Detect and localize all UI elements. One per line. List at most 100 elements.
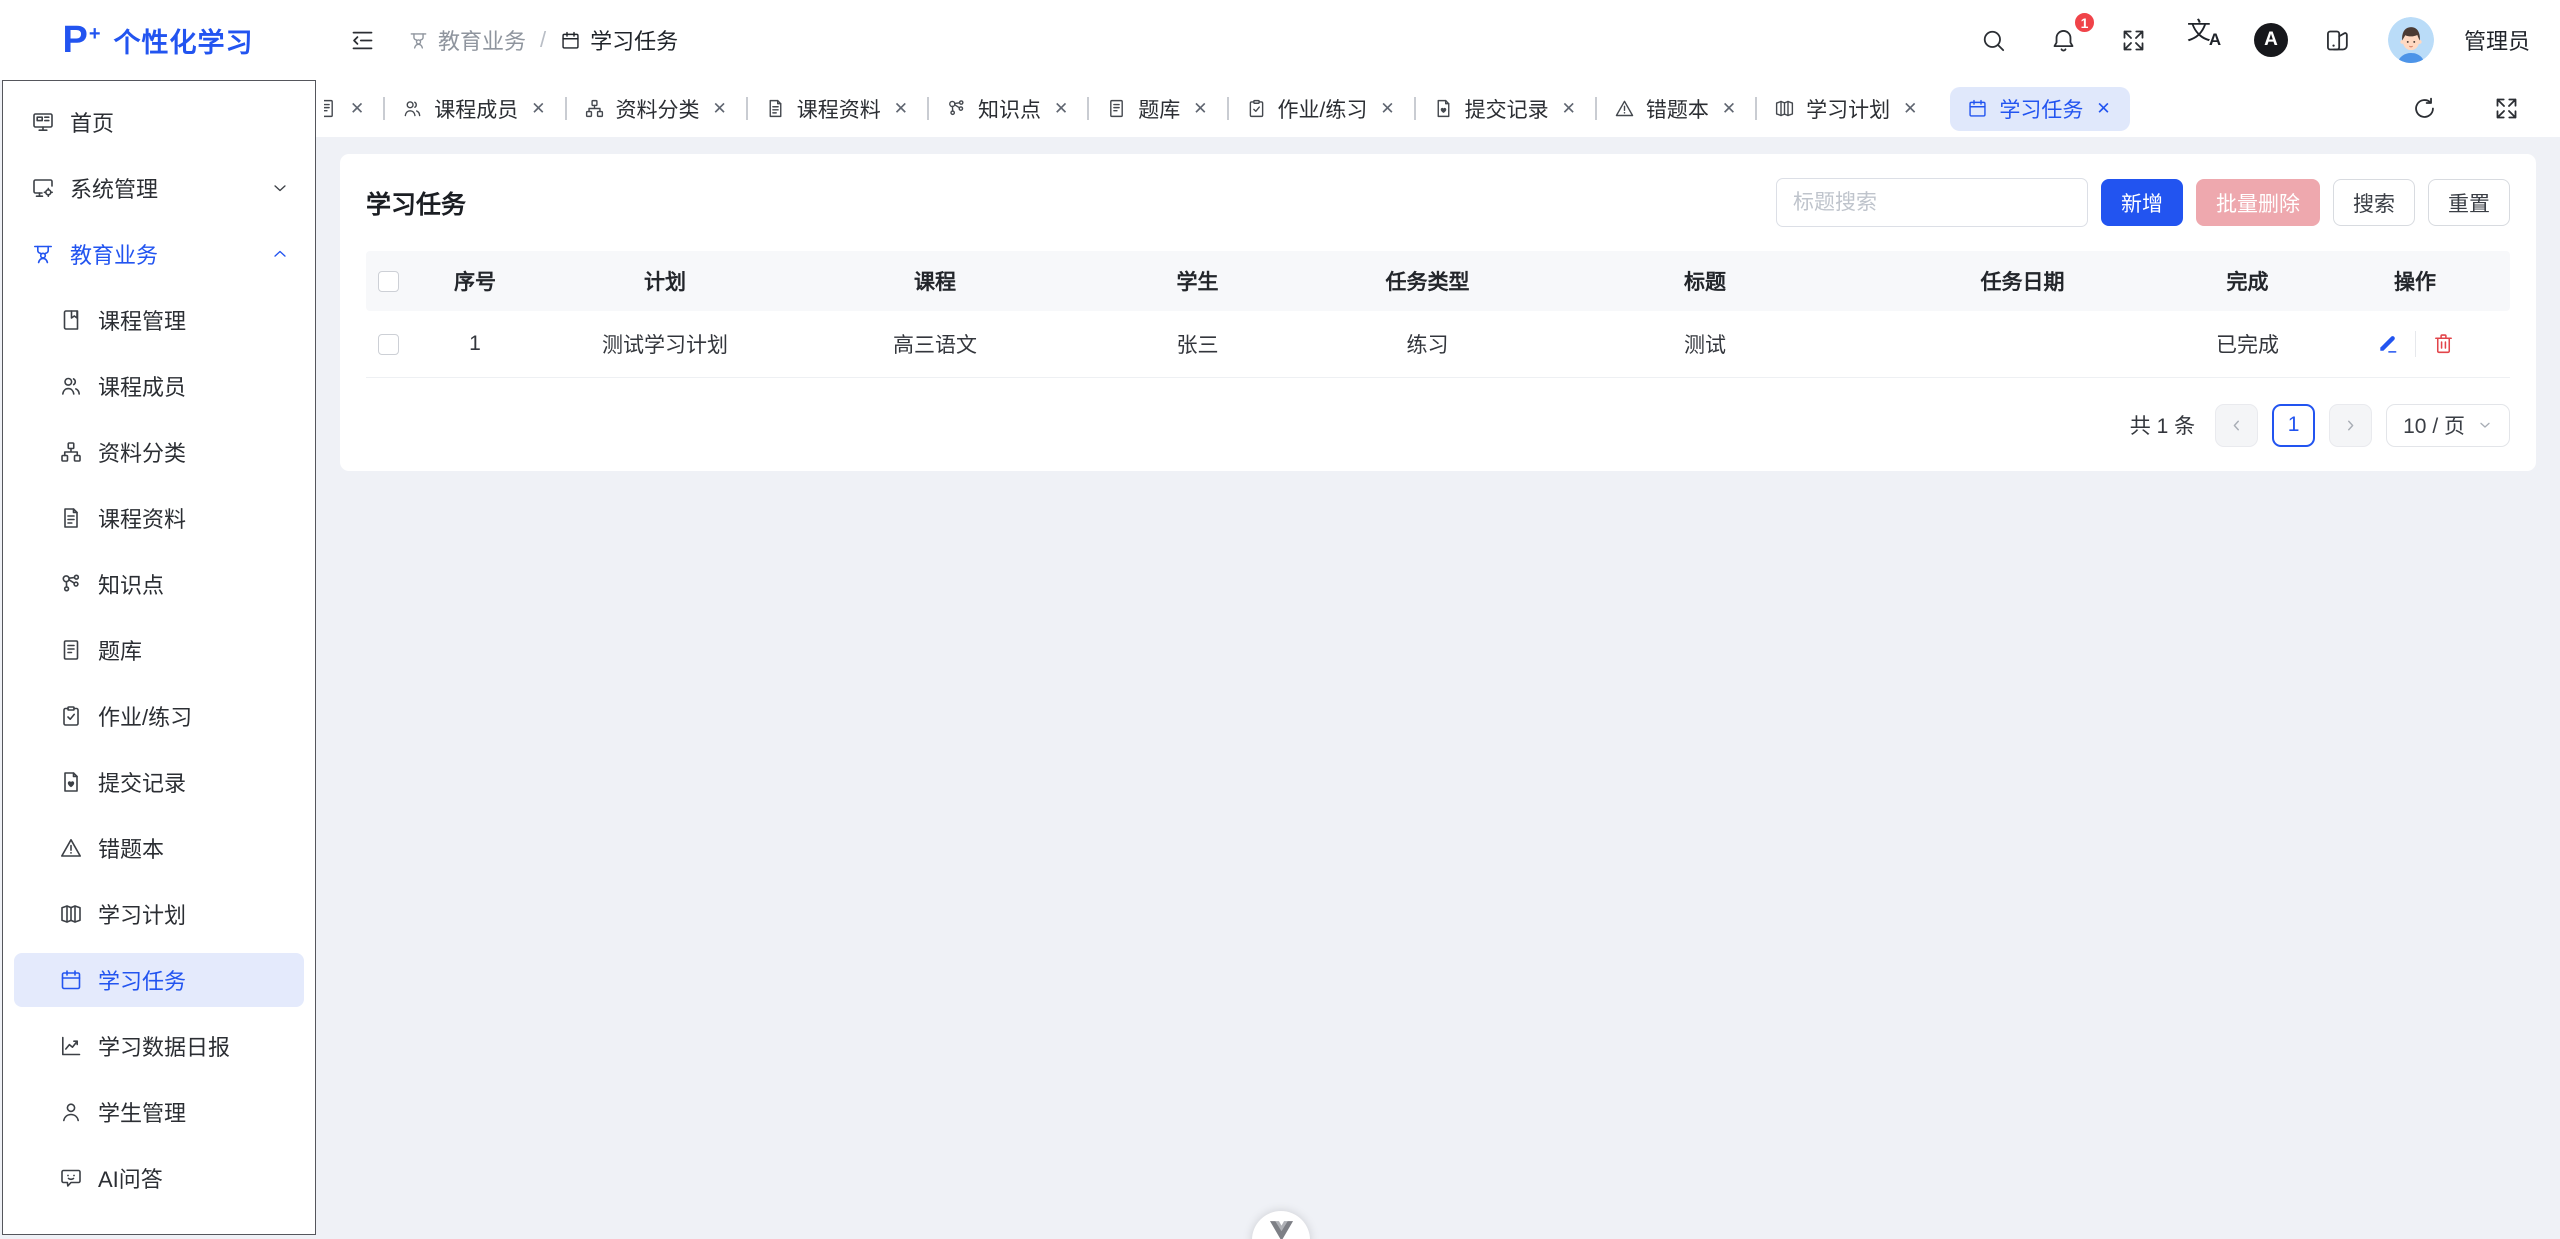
sidebar-item-material-category[interactable]: 资料分类 — [14, 425, 304, 479]
current-page-button[interactable]: 1 — [2272, 404, 2315, 447]
search-icon[interactable] — [1974, 20, 2014, 60]
cell-title: 测试 — [1540, 311, 1870, 377]
sidebar: 首页 系统管理 教育业务 课程管理 课程成员 资料分类 — [2, 80, 316, 1235]
sidebar-item-home[interactable]: 首页 — [14, 95, 304, 149]
breadcrumb-item-business[interactable]: 教育业务 — [408, 24, 526, 56]
page-title: 学习任务 — [366, 185, 466, 221]
tab-wrong-answers[interactable]: 错题本 ✕ — [1597, 87, 1755, 131]
cell-index: 1 — [410, 311, 540, 377]
users-icon — [402, 98, 423, 119]
menu-fold-icon[interactable] — [342, 20, 382, 60]
warning-icon — [59, 836, 83, 860]
cell-status: 已完成 — [2175, 311, 2320, 377]
table-header-row: 序号 计划 课程 学生 任务类型 标题 任务日期 完成 操作 — [366, 251, 2510, 311]
refresh-icon[interactable] — [2404, 89, 2444, 129]
tab-knowledge-points[interactable]: 知识点 ✕ — [929, 87, 1087, 131]
column-header: 任务日期 — [1870, 251, 2175, 311]
language-icon[interactable]: 文A — [2184, 20, 2224, 60]
tab-study-plan[interactable]: 学习计划 ✕ — [1757, 87, 1936, 131]
edit-icon[interactable] — [2376, 332, 2399, 355]
cell-plan: 测试学习计划 — [540, 311, 790, 377]
sidebar-item-course-members[interactable]: 课程成员 — [14, 359, 304, 413]
content-area: 学习任务 新增 批量删除 搜索 重置 — [316, 137, 2560, 1239]
fullscreen-content-icon[interactable] — [2486, 89, 2526, 129]
close-icon[interactable]: ✕ — [348, 98, 366, 119]
next-page-button[interactable] — [2329, 404, 2372, 447]
top-bar: P+ 个性化学习 教育业务 / 学习任务 1 — [0, 0, 2560, 80]
select-all-checkbox[interactable] — [378, 271, 399, 292]
close-icon[interactable]: ✕ — [711, 98, 729, 119]
close-icon[interactable]: ✕ — [1052, 98, 1070, 119]
sidebar-item-education[interactable]: 教育业务 — [14, 227, 304, 281]
sidebar-item-study-task[interactable]: 学习任务 — [14, 953, 304, 1007]
app-root: P+ 个性化学习 教育业务 / 学习任务 1 — [0, 0, 2560, 1239]
map-icon — [59, 902, 83, 926]
file-text-icon — [59, 506, 83, 530]
table-row: 1 测试学习计划 高三语文 张三 练习 测试 已完成 — [366, 311, 2510, 377]
notification-bell-icon[interactable]: 1 — [2044, 20, 2084, 60]
close-icon[interactable]: ✕ — [1378, 98, 1396, 119]
delete-icon[interactable] — [2432, 332, 2455, 355]
calendar-icon — [1967, 98, 1988, 119]
sidebar-item-student-mgmt[interactable]: 学生管理 — [14, 1085, 304, 1139]
add-button[interactable]: 新增 — [2101, 179, 2183, 226]
fullscreen-icon[interactable] — [2114, 20, 2154, 60]
tab-course-members[interactable]: 课程成员 ✕ — [385, 87, 564, 131]
title-search-input[interactable] — [1776, 178, 2088, 227]
dark-mode-icon[interactable]: A — [2254, 23, 2288, 57]
close-icon[interactable]: ✕ — [529, 98, 547, 119]
cell-course: 高三语文 — [790, 311, 1080, 377]
close-icon[interactable]: ✕ — [892, 98, 910, 119]
tab-homework[interactable]: 作业/练习 ✕ — [1229, 87, 1414, 131]
sidebar-item-submissions[interactable]: 提交记录 — [14, 755, 304, 809]
book-icon — [59, 308, 83, 332]
tab-submissions[interactable]: 提交记录 ✕ — [1416, 87, 1595, 131]
header-main: 教育业务 / 学习任务 1 文A A — [316, 0, 2560, 80]
close-icon[interactable]: ✕ — [1191, 98, 1209, 119]
sidebar-item-knowledge-points[interactable]: 知识点 — [14, 557, 304, 611]
toolbar-actions: 新增 批量删除 搜索 重置 — [1776, 178, 2510, 227]
file-heart-icon — [59, 770, 83, 794]
tab-course-materials[interactable]: 课程资料 ✕ — [748, 87, 927, 131]
close-icon[interactable]: ✕ — [1720, 98, 1738, 119]
org-chart-icon — [584, 98, 605, 119]
reset-button[interactable]: 重置 — [2428, 179, 2510, 226]
theme-panel-icon[interactable] — [2318, 20, 2358, 60]
search-button[interactable]: 搜索 — [2333, 179, 2415, 226]
users-icon — [59, 374, 83, 398]
prev-page-button[interactable] — [2215, 404, 2258, 447]
sidebar-item-study-daily-report[interactable]: 学习数据日报 — [14, 1019, 304, 1073]
sidebar-item-system[interactable]: 系统管理 — [14, 161, 304, 215]
main-area: ✕ 课程成员 ✕ 资料分类 ✕ 课程资料 ✕ — [316, 80, 2560, 1239]
tab-study-task[interactable]: 学习任务 ✕ — [1950, 87, 2129, 131]
chevron-down-icon — [270, 178, 290, 198]
avatar[interactable] — [2388, 17, 2434, 63]
sidebar-item-wrong-answers[interactable]: 错题本 — [14, 821, 304, 875]
education-icon — [31, 242, 55, 266]
column-header: 序号 — [410, 251, 540, 311]
breadcrumb-item-current[interactable]: 学习任务 — [560, 24, 678, 56]
breadcrumb-separator: / — [540, 27, 546, 53]
action-divider — [2415, 331, 2416, 357]
sidebar-item-question-bank[interactable]: 题库 — [14, 623, 304, 677]
tab-partial[interactable]: ✕ — [318, 87, 383, 131]
batch-delete-button[interactable]: 批量删除 — [2196, 179, 2320, 226]
sidebar-item-course-materials[interactable]: 课程资料 — [14, 491, 304, 545]
page-size-select[interactable]: 10 / 页 — [2386, 404, 2510, 447]
sidebar-item-course-mgmt[interactable]: 课程管理 — [14, 293, 304, 347]
close-icon[interactable]: ✕ — [2094, 98, 2112, 119]
sidebar-item-homework[interactable]: 作业/练习 — [14, 689, 304, 743]
tab-material-category[interactable]: 资料分类 ✕ — [567, 87, 746, 131]
study-task-table: 序号 计划 课程 学生 任务类型 标题 任务日期 完成 操作 — [366, 251, 2510, 378]
column-header: 标题 — [1540, 251, 1870, 311]
notification-badge: 1 — [2073, 11, 2096, 34]
user-name[interactable]: 管理员 — [2464, 24, 2530, 56]
monitor-icon — [31, 110, 55, 134]
close-icon[interactable]: ✕ — [1901, 98, 1919, 119]
tab-question-bank[interactable]: 题库 ✕ — [1089, 87, 1226, 131]
sidebar-item-ai-qa[interactable]: AI问答 — [14, 1151, 304, 1205]
close-icon[interactable]: ✕ — [1560, 98, 1578, 119]
app-logo[interactable]: P+ 个性化学习 — [0, 0, 316, 80]
sidebar-item-study-plan[interactable]: 学习计划 — [14, 887, 304, 941]
row-checkbox[interactable] — [378, 334, 399, 355]
